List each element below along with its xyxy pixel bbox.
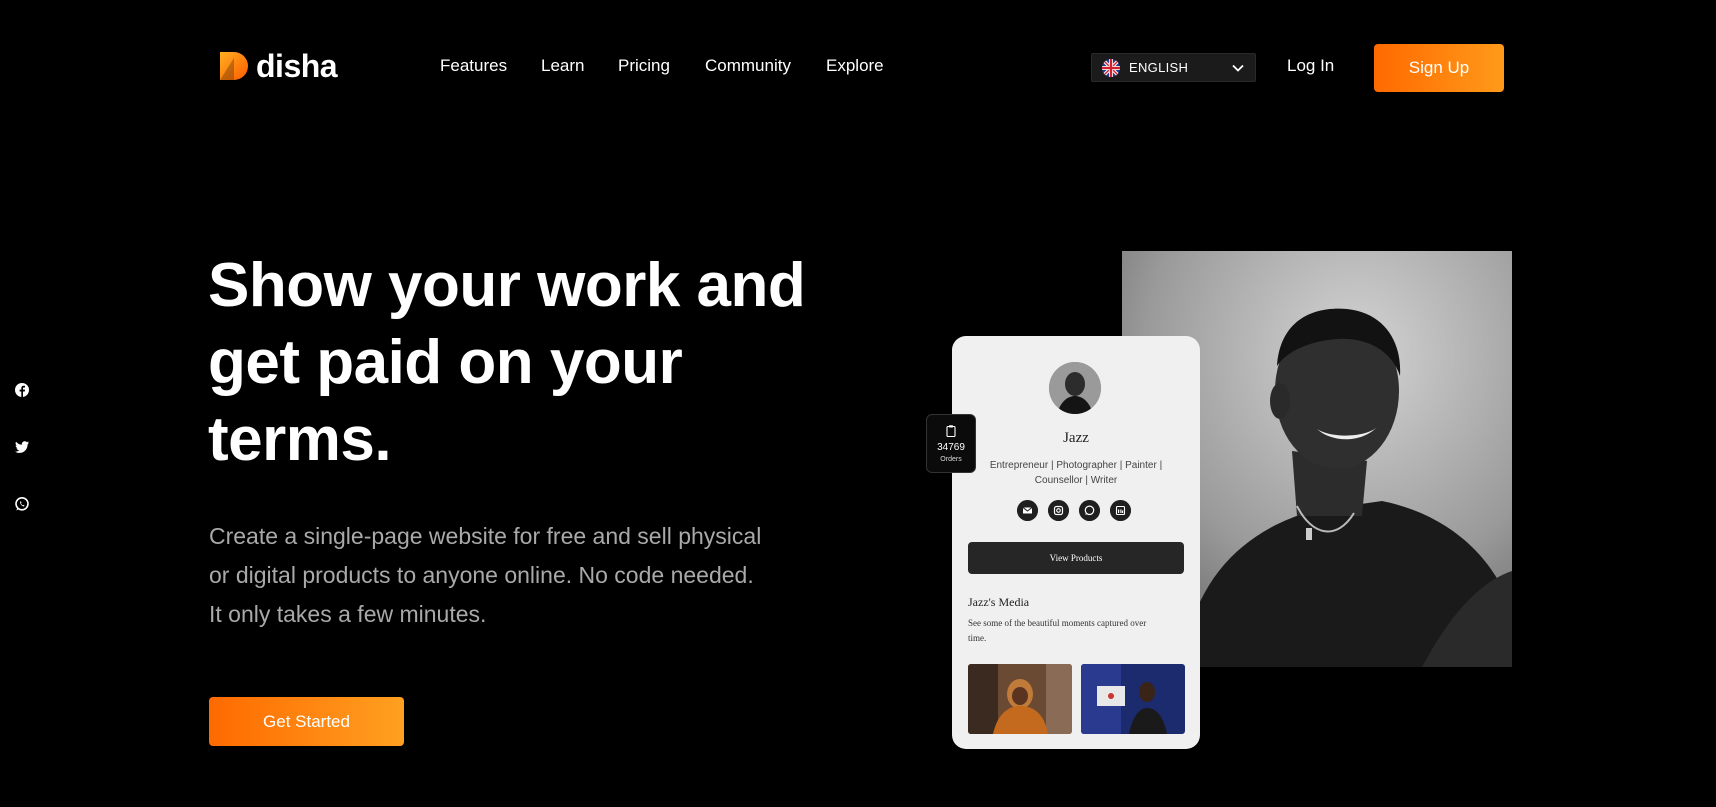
signup-button[interactable]: Sign Up (1374, 44, 1504, 92)
media-thumbnail-image (968, 664, 1072, 734)
profile-name: Jazz (1063, 430, 1089, 446)
nav-explore[interactable]: Explore (826, 56, 884, 76)
avatar (1049, 362, 1101, 414)
orders-label: Orders (940, 456, 962, 463)
instagram-icon[interactable] (1048, 500, 1069, 521)
linkedin-icon[interactable] (1110, 500, 1131, 521)
profile-roles-line: Entrepreneur | Photographer | Painter | (989, 460, 1163, 471)
nav-features[interactable]: Features (440, 56, 507, 76)
uk-flag-icon (1102, 58, 1120, 77)
orders-count: 34769 (937, 442, 965, 453)
media-section-description: See some of the beautiful moments captur… (968, 616, 1188, 646)
get-started-button[interactable]: Get Started (209, 697, 404, 746)
hero-subtitle: Create a single-page website for free an… (209, 517, 819, 634)
orders-badge: 34769 Orders (926, 414, 976, 473)
hero-subtitle-line: or digital products to anyone online. No… (209, 562, 754, 588)
hero-headline: Show your work and get paid on your term… (208, 247, 828, 478)
media-thumbnail-image (1081, 664, 1185, 734)
profile-card-preview: Jazz Entrepreneur | Photographer | Paint… (952, 336, 1200, 749)
hero-headline-line: get paid on your (208, 328, 683, 397)
nav-learn[interactable]: Learn (541, 56, 584, 76)
logo[interactable]: disha (218, 47, 338, 84)
email-icon[interactable] (1017, 500, 1038, 521)
view-products-button[interactable]: View Products (968, 542, 1184, 574)
hero-subtitle-line: It only takes a few minutes. (209, 601, 487, 627)
language-select[interactable]: ENGLISH (1091, 53, 1256, 82)
facebook-icon[interactable] (14, 382, 30, 398)
whatsapp-icon[interactable] (14, 496, 30, 512)
media-desc-line: See some of the beautiful moments captur… (968, 618, 1147, 628)
whatsapp-icon[interactable] (1079, 500, 1100, 521)
media-section-title: Jazz's Media (968, 595, 1030, 609)
profile-roles-line: Counsellor | Writer (1034, 475, 1118, 486)
hero-subtitle-line: Create a single-page website for free an… (209, 523, 762, 549)
media-desc-line: time. (968, 633, 987, 643)
avatar-image (1049, 362, 1101, 414)
media-thumbnail[interactable] (968, 664, 1072, 734)
clipboard-icon (946, 425, 956, 438)
landing-page: disha Features Learn Pricing Community E… (0, 0, 1716, 807)
language-label: ENGLISH (1129, 60, 1189, 75)
twitter-icon[interactable] (14, 439, 30, 455)
profile-roles: Entrepreneur | Photographer | Painter | … (972, 458, 1180, 488)
nav-pricing[interactable]: Pricing (618, 56, 670, 76)
logo-text: disha (256, 47, 338, 84)
hero-headline-line: terms. (208, 405, 392, 474)
media-thumbnail[interactable] (1081, 664, 1185, 734)
chevron-down-icon (1232, 64, 1244, 72)
disha-logo-icon (220, 52, 248, 80)
login-link[interactable]: Log In (1287, 56, 1334, 76)
hero-headline-line: Show your work and (208, 251, 806, 320)
nav-community[interactable]: Community (705, 56, 791, 76)
